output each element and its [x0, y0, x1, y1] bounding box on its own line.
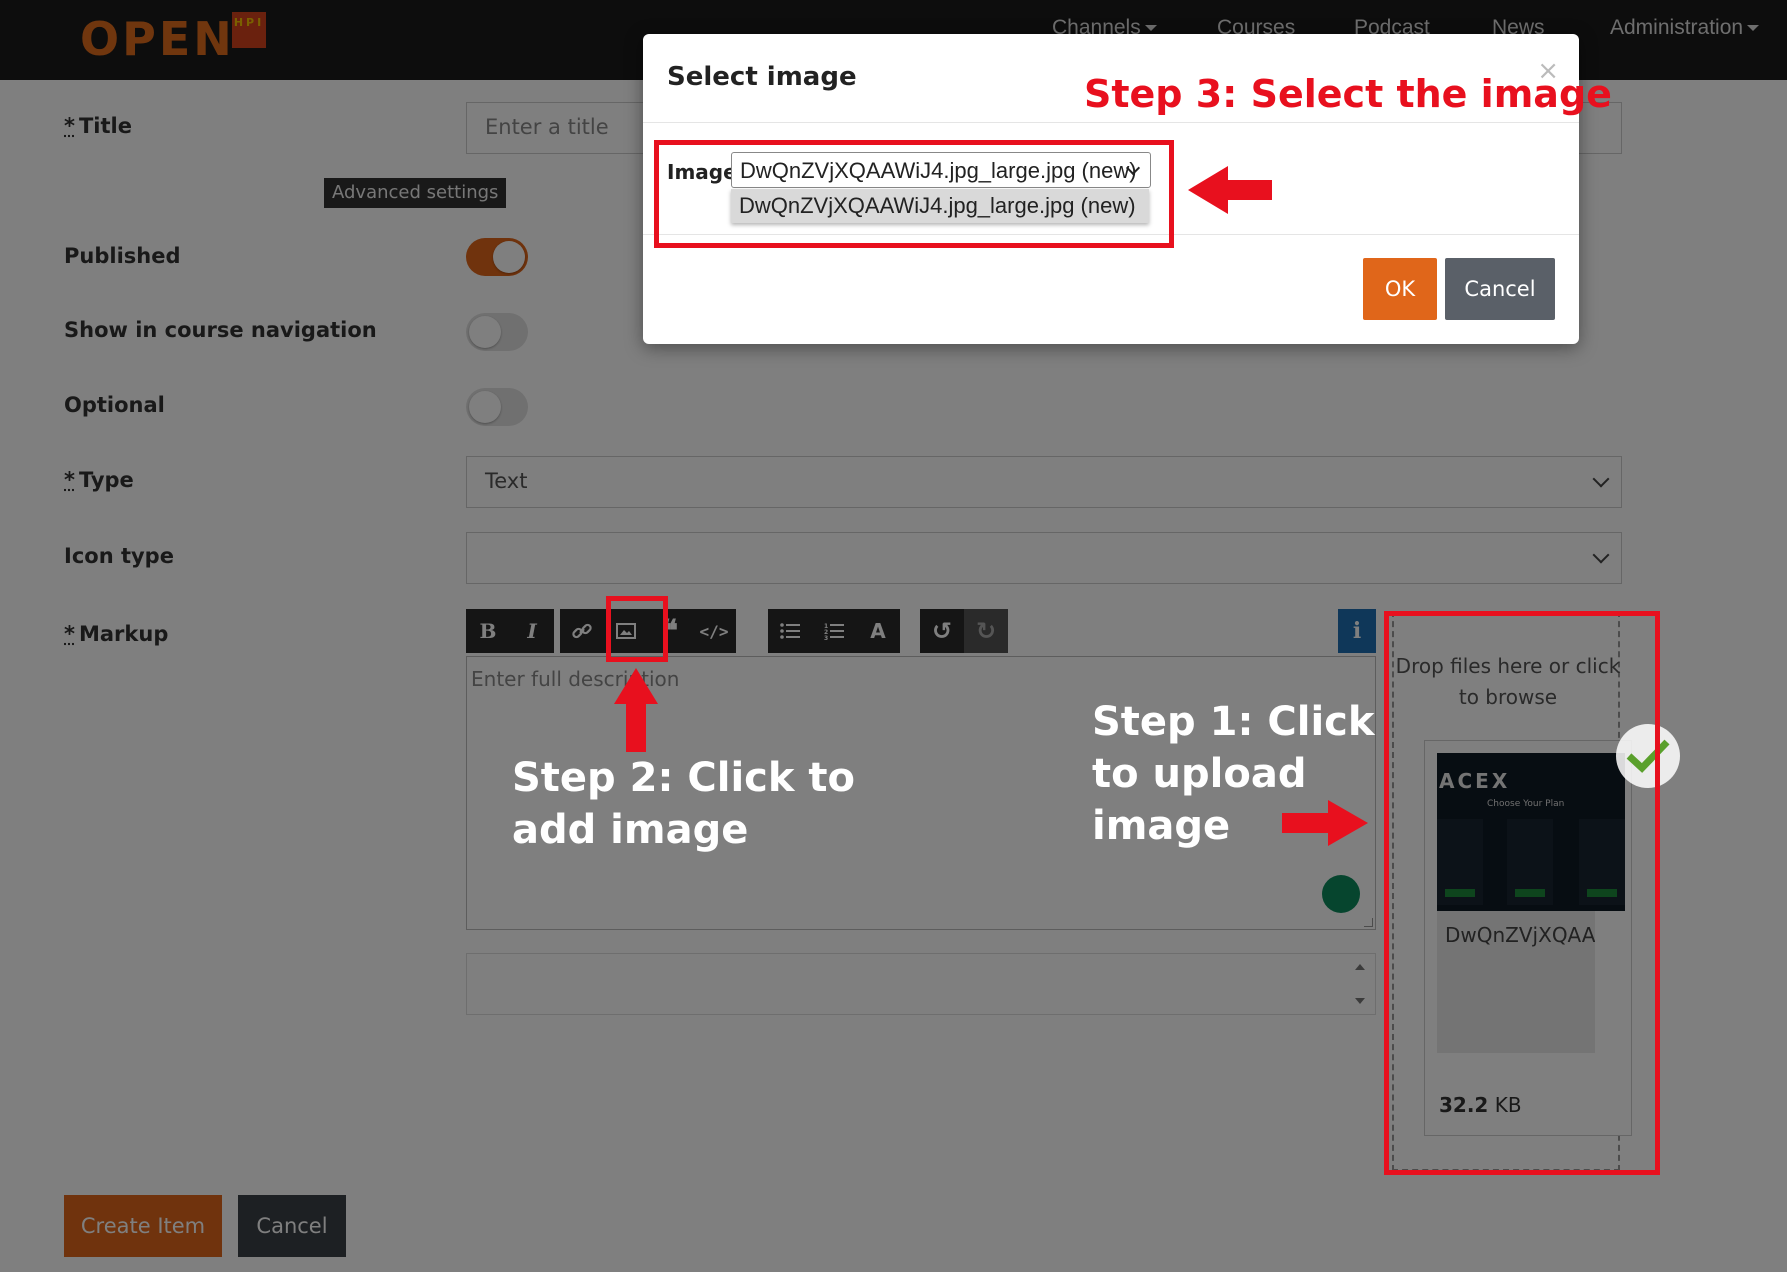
step2-arrow-icon — [614, 668, 658, 752]
step2-annotation: Step 2: Click to add image — [512, 755, 855, 853]
step1-arrow-icon — [1282, 800, 1368, 846]
modal-cancel-button[interactable]: Cancel — [1445, 258, 1555, 320]
step3-annotation: Step 3: Select the image — [1084, 72, 1612, 116]
step3-arrow-icon — [1188, 166, 1272, 214]
step2-highlight-box — [606, 596, 668, 662]
modal-title: Select image — [667, 62, 857, 92]
step3-highlight-box — [654, 140, 1174, 248]
modal-ok-button[interactable]: OK — [1363, 258, 1437, 320]
step1-highlight-box — [1384, 611, 1660, 1175]
